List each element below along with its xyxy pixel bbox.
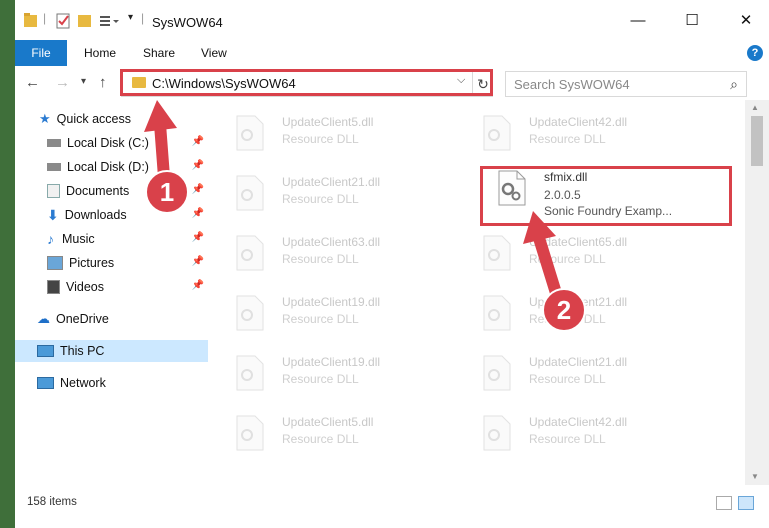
- annotation-badge-1: 1: [145, 170, 189, 214]
- arrow-2-head: [523, 211, 556, 244]
- explorer-window: | ▾ | SysWOW64 — ☐ ✕ File Home Share Vie…: [15, 0, 769, 528]
- annotation-badge-2: 2: [542, 288, 586, 332]
- annotation-arrows: [144, 100, 566, 312]
- arrow-1-head: [144, 100, 177, 132]
